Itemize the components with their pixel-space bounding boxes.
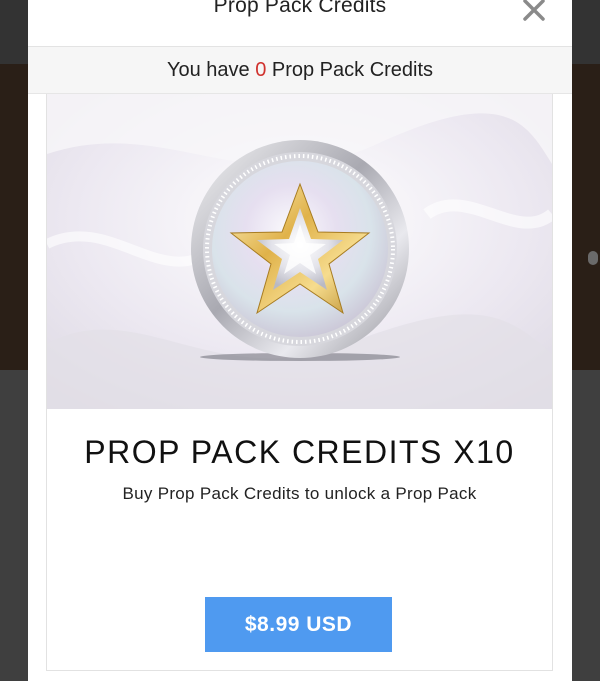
close-button[interactable] bbox=[520, 0, 548, 24]
prop-pack-credits-modal: Prop Pack Credits You have 0 Prop Pack C… bbox=[28, 0, 572, 681]
product-description: Buy Prop Pack Credits to unlock a Prop P… bbox=[122, 484, 477, 503]
credits-prefix: You have bbox=[166, 59, 250, 81]
credits-suffix: Prop Pack Credits bbox=[271, 59, 434, 81]
product-title: PROP PACK CREDITS X10 bbox=[84, 434, 515, 470]
modal-title: Prop Pack Credits bbox=[213, 0, 387, 17]
product-image bbox=[47, 94, 552, 409]
background-scroll-indicator bbox=[588, 251, 598, 265]
buy-button[interactable]: $8.99 USD bbox=[205, 597, 392, 652]
credits-count: 0 bbox=[255, 59, 267, 81]
close-icon bbox=[523, 0, 545, 21]
credits-balance: You have 0 Prop Pack Credits bbox=[28, 47, 572, 94]
product-card: PROP PACK CREDITS X10 Buy Prop Pack Cred… bbox=[46, 94, 553, 671]
modal-header: Prop Pack Credits bbox=[28, 0, 572, 47]
star-coin-icon bbox=[47, 94, 552, 409]
